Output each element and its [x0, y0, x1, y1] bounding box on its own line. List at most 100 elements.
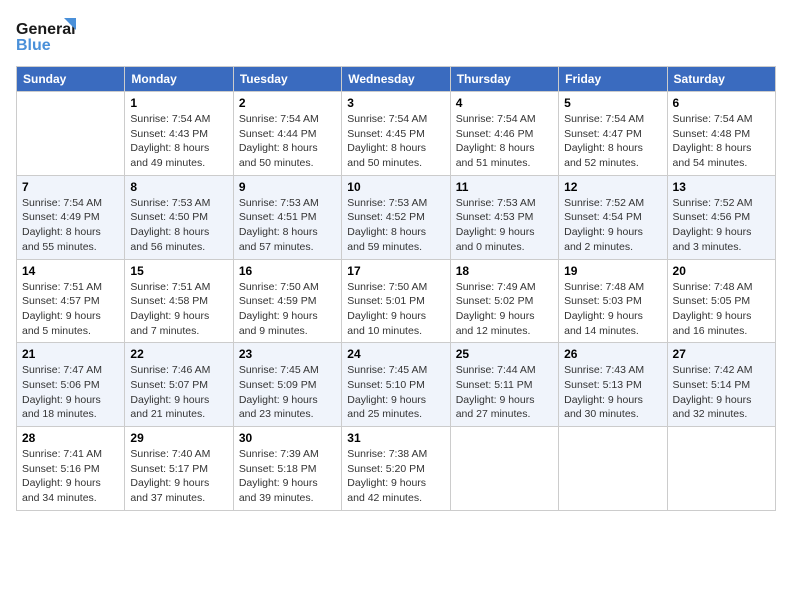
day-number: 30 — [239, 431, 336, 445]
day-number: 17 — [347, 264, 444, 278]
day-number: 28 — [22, 431, 119, 445]
calendar-cell: 3 Sunrise: 7:54 AMSunset: 4:45 PMDaylight… — [342, 92, 450, 176]
day-info: Sunrise: 7:48 AMSunset: 5:05 PMDaylight:… — [673, 280, 770, 339]
weekday-header: Monday — [125, 67, 233, 92]
day-info: Sunrise: 7:51 AMSunset: 4:58 PMDaylight:… — [130, 280, 227, 339]
svg-text:General: General — [16, 21, 76, 38]
calendar-cell: 31 Sunrise: 7:38 AMSunset: 5:20 PMDayligh… — [342, 427, 450, 511]
calendar-cell: 21 Sunrise: 7:47 AMSunset: 5:06 PMDayligh… — [17, 343, 125, 427]
calendar-cell: 4 Sunrise: 7:54 AMSunset: 4:46 PMDaylight… — [450, 92, 558, 176]
calendar-cell: 2Sunrise: 7:54 AMSunset: 4:44 PMDaylight… — [233, 92, 341, 176]
day-info: Sunrise: 7:54 AMSunset: 4:49 PMDaylight:… — [22, 196, 119, 255]
day-number: 5 — [564, 96, 661, 110]
day-number: 22 — [130, 347, 227, 361]
calendar-cell — [667, 427, 775, 511]
day-number: 9 — [239, 180, 336, 194]
day-number: 21 — [22, 347, 119, 361]
calendar-cell: 8 Sunrise: 7:53 AMSunset: 4:50 PMDaylight… — [125, 175, 233, 259]
calendar-week-row: 21 Sunrise: 7:47 AMSunset: 5:06 PMDayligh… — [17, 343, 776, 427]
weekday-header: Thursday — [450, 67, 558, 92]
day-info: Sunrise: 7:47 AMSunset: 5:06 PMDaylight:… — [22, 363, 119, 422]
calendar-cell: 7 Sunrise: 7:54 AMSunset: 4:49 PMDaylight… — [17, 175, 125, 259]
calendar-cell: 10 Sunrise: 7:53 AMSunset: 4:52 PMDayligh… — [342, 175, 450, 259]
calendar: SundayMondayTuesdayWednesdayThursdayFrid… — [16, 66, 776, 511]
day-info: Sunrise: 7:43 AMSunset: 5:13 PMDaylight:… — [564, 363, 661, 422]
weekday-header: Sunday — [17, 67, 125, 92]
day-number: 14 — [22, 264, 119, 278]
day-number: 8 — [130, 180, 227, 194]
day-info: Sunrise: 7:49 AMSunset: 5:02 PMDaylight:… — [456, 280, 553, 339]
calendar-cell: 13 Sunrise: 7:52 AMSunset: 4:56 PMDayligh… — [667, 175, 775, 259]
day-info: Sunrise: 7:54 AMSunset: 4:45 PMDaylight:… — [347, 112, 444, 171]
day-info: Sunrise: 7:48 AMSunset: 5:03 PMDaylight:… — [564, 280, 661, 339]
calendar-cell: 17Sunrise: 7:50 AMSunset: 5:01 PMDayligh… — [342, 259, 450, 343]
day-number: 27 — [673, 347, 770, 361]
calendar-cell: 25Sunrise: 7:44 AMSunset: 5:11 PMDayligh… — [450, 343, 558, 427]
day-number: 16 — [239, 264, 336, 278]
day-number: 23 — [239, 347, 336, 361]
page-header: GeneralBlue — [16, 16, 776, 56]
day-info: Sunrise: 7:52 AMSunset: 4:54 PMDaylight:… — [564, 196, 661, 255]
calendar-cell: 19 Sunrise: 7:48 AMSunset: 5:03 PMDayligh… — [559, 259, 667, 343]
calendar-cell: 22Sunrise: 7:46 AMSunset: 5:07 PMDayligh… — [125, 343, 233, 427]
day-number: 10 — [347, 180, 444, 194]
day-number: 3 — [347, 96, 444, 110]
day-info: Sunrise: 7:53 AMSunset: 4:50 PMDaylight:… — [130, 196, 227, 255]
day-number: 18 — [456, 264, 553, 278]
day-number: 4 — [456, 96, 553, 110]
day-info: Sunrise: 7:53 AMSunset: 4:52 PMDaylight:… — [347, 196, 444, 255]
weekday-header: Friday — [559, 67, 667, 92]
logo-svg: GeneralBlue — [16, 16, 86, 56]
calendar-header-row: SundayMondayTuesdayWednesdayThursdayFrid… — [17, 67, 776, 92]
day-number: 12 — [564, 180, 661, 194]
calendar-cell: 26 Sunrise: 7:43 AMSunset: 5:13 PMDayligh… — [559, 343, 667, 427]
calendar-cell — [559, 427, 667, 511]
weekday-header: Tuesday — [233, 67, 341, 92]
day-number: 26 — [564, 347, 661, 361]
calendar-cell: 24 Sunrise: 7:45 AMSunset: 5:10 PMDayligh… — [342, 343, 450, 427]
day-number: 6 — [673, 96, 770, 110]
day-info: Sunrise: 7:53 AMSunset: 4:53 PMDaylight:… — [456, 196, 553, 255]
day-number: 13 — [673, 180, 770, 194]
day-number: 20 — [673, 264, 770, 278]
calendar-cell: 28 Sunrise: 7:41 AMSunset: 5:16 PMDayligh… — [17, 427, 125, 511]
day-info: Sunrise: 7:45 AMSunset: 5:10 PMDaylight:… — [347, 363, 444, 422]
day-info: Sunrise: 7:54 AMSunset: 4:43 PMDaylight:… — [130, 112, 227, 171]
day-info: Sunrise: 7:39 AMSunset: 5:18 PMDaylight:… — [239, 447, 336, 506]
day-info: Sunrise: 7:38 AMSunset: 5:20 PMDaylight:… — [347, 447, 444, 506]
day-number: 25 — [456, 347, 553, 361]
day-info: Sunrise: 7:54 AMSunset: 4:47 PMDaylight:… — [564, 112, 661, 171]
calendar-week-row: 1 Sunrise: 7:54 AMSunset: 4:43 PMDaylight… — [17, 92, 776, 176]
day-info: Sunrise: 7:45 AMSunset: 5:09 PMDaylight:… — [239, 363, 336, 422]
calendar-cell — [450, 427, 558, 511]
day-number: 11 — [456, 180, 553, 194]
calendar-cell: 16 Sunrise: 7:50 AMSunset: 4:59 PMDayligh… — [233, 259, 341, 343]
day-info: Sunrise: 7:50 AMSunset: 4:59 PMDaylight:… — [239, 280, 336, 339]
weekday-header: Wednesday — [342, 67, 450, 92]
calendar-week-row: 7 Sunrise: 7:54 AMSunset: 4:49 PMDaylight… — [17, 175, 776, 259]
calendar-cell: 14Sunrise: 7:51 AMSunset: 4:57 PMDayligh… — [17, 259, 125, 343]
calendar-cell: 5 Sunrise: 7:54 AMSunset: 4:47 PMDaylight… — [559, 92, 667, 176]
day-number: 31 — [347, 431, 444, 445]
day-number: 15 — [130, 264, 227, 278]
logo: GeneralBlue — [16, 16, 86, 56]
calendar-cell: 18 Sunrise: 7:49 AMSunset: 5:02 PMDayligh… — [450, 259, 558, 343]
day-number: 24 — [347, 347, 444, 361]
day-info: Sunrise: 7:52 AMSunset: 4:56 PMDaylight:… — [673, 196, 770, 255]
calendar-cell: 12 Sunrise: 7:52 AMSunset: 4:54 PMDayligh… — [559, 175, 667, 259]
day-number: 1 — [130, 96, 227, 110]
calendar-cell: 11 Sunrise: 7:53 AMSunset: 4:53 PMDayligh… — [450, 175, 558, 259]
calendar-cell: 23 Sunrise: 7:45 AMSunset: 5:09 PMDayligh… — [233, 343, 341, 427]
calendar-cell — [17, 92, 125, 176]
calendar-cell: 15 Sunrise: 7:51 AMSunset: 4:58 PMDayligh… — [125, 259, 233, 343]
day-info: Sunrise: 7:42 AMSunset: 5:14 PMDaylight:… — [673, 363, 770, 422]
day-number: 19 — [564, 264, 661, 278]
day-number: 7 — [22, 180, 119, 194]
calendar-cell: 9 Sunrise: 7:53 AMSunset: 4:51 PMDaylight… — [233, 175, 341, 259]
calendar-week-row: 14Sunrise: 7:51 AMSunset: 4:57 PMDayligh… — [17, 259, 776, 343]
day-info: Sunrise: 7:40 AMSunset: 5:17 PMDaylight:… — [130, 447, 227, 506]
day-info: Sunrise: 7:53 AMSunset: 4:51 PMDaylight:… — [239, 196, 336, 255]
day-info: Sunrise: 7:54 AMSunset: 4:46 PMDaylight:… — [456, 112, 553, 171]
day-info: Sunrise: 7:41 AMSunset: 5:16 PMDaylight:… — [22, 447, 119, 506]
calendar-week-row: 28 Sunrise: 7:41 AMSunset: 5:16 PMDayligh… — [17, 427, 776, 511]
